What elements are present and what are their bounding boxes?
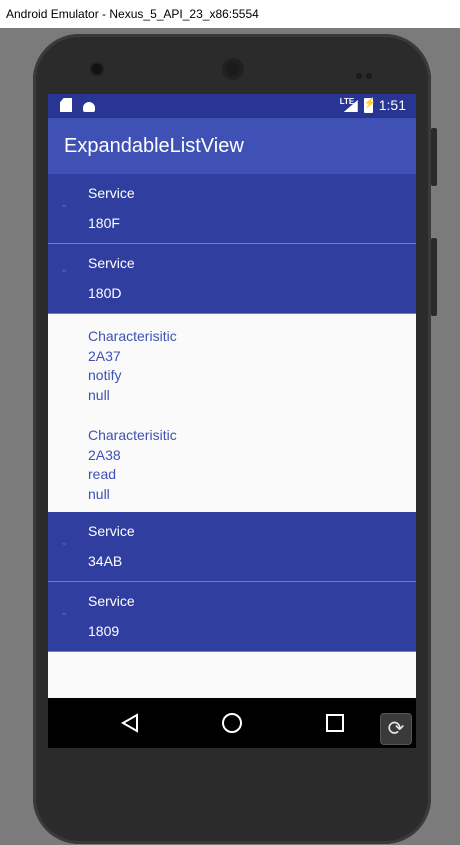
- volume-button[interactable]: [431, 128, 437, 186]
- characteristic-value: null: [88, 485, 110, 502]
- group-title: Service: [88, 523, 135, 539]
- battery-icon: [363, 97, 376, 113]
- device-screen: LTE 1:51 ExpandableListView ⌄ Service 18…: [48, 94, 416, 748]
- characteristic-property: notify: [88, 367, 122, 383]
- app-bar: ExpandableListView: [48, 118, 416, 174]
- proximity-sensors: [356, 66, 378, 79]
- chevron-down-icon: ⌄: [60, 199, 69, 210]
- group-uuid: 34AB: [88, 553, 123, 569]
- app-title: ExpandableListView: [64, 134, 244, 157]
- recent-square-icon[interactable]: [326, 714, 344, 732]
- characteristic-uuid: 2A37: [88, 347, 121, 364]
- status-bar: LTE 1:51: [48, 94, 416, 118]
- characteristic-label: Characterisitic: [88, 427, 177, 443]
- home-circle-icon[interactable]: [222, 713, 242, 733]
- chevron-down-icon: ⌄: [60, 607, 69, 618]
- group-uuid: 180F: [88, 215, 120, 231]
- front-camera: [92, 64, 102, 74]
- chevron-up-icon: ⌃: [60, 269, 69, 280]
- group-item[interactable]: ⌄ Service 34AB: [48, 512, 416, 582]
- power-button[interactable]: [431, 238, 437, 316]
- group-item[interactable]: ⌃ Service 180D: [48, 244, 416, 314]
- window-title: Android Emulator - Nexus_5_API_23_x86:55…: [6, 7, 259, 21]
- network-type: LTE: [339, 97, 355, 106]
- group-item[interactable]: ⌄ Service 180F: [48, 174, 416, 244]
- rotate-icon[interactable]: ⟳: [380, 713, 412, 745]
- group-uuid: 1809: [88, 623, 120, 639]
- characteristic-value: null: [88, 386, 110, 403]
- back-triangle-icon[interactable]: [121, 713, 139, 733]
- characteristic-uuid: 2A38: [88, 446, 121, 463]
- group-title: Service: [88, 593, 135, 609]
- group-uuid: 180D: [88, 285, 122, 301]
- child-item[interactable]: Characterisitic 2A37 notify null: [48, 314, 416, 413]
- group-title: Service: [88, 255, 135, 271]
- group-title: Service: [88, 185, 135, 201]
- group-item[interactable]: ⌄ Service 1809: [48, 582, 416, 652]
- earpiece-speaker: [222, 58, 244, 80]
- chevron-down-icon: ⌄: [60, 537, 69, 548]
- sd-card-icon: [60, 98, 72, 112]
- characteristic-property: read: [88, 466, 117, 482]
- navigation-bar: [48, 698, 416, 748]
- android-icon: [82, 98, 96, 112]
- child-item[interactable]: Characterisitic 2A38 read null: [48, 413, 416, 512]
- characteristic-label: Characterisitic: [88, 328, 177, 344]
- signal-icon: LTE: [339, 97, 358, 112]
- emulator-title-bar: Android Emulator - Nexus_5_API_23_x86:55…: [0, 0, 460, 28]
- expandable-list: ⌄ Service 180F ⌃ Service 180D Characteri…: [48, 174, 416, 652]
- status-time: 1:51: [378, 97, 406, 113]
